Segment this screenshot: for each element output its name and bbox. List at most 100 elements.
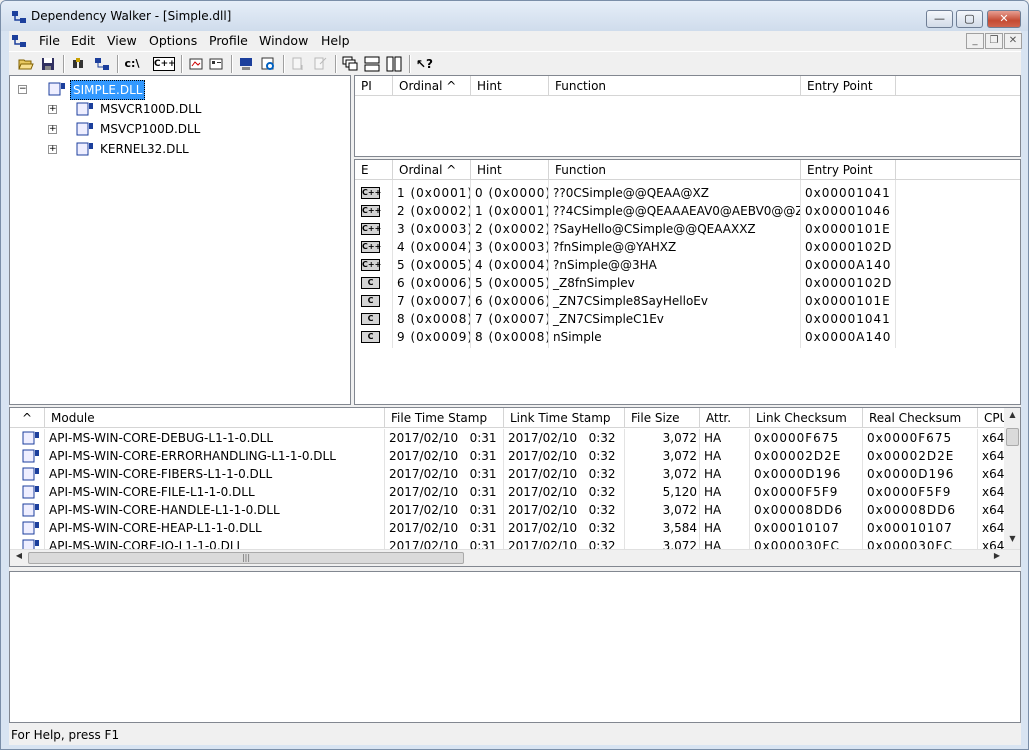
mdi-minimize-button[interactable]: _ — [966, 33, 984, 49]
scroll-thumb[interactable] — [1006, 428, 1019, 446]
col-link-checksum[interactable]: Link Checksum — [750, 408, 863, 428]
scroll-right-arrow[interactable]: ▶ — [990, 551, 1004, 565]
mdi-restore-button[interactable]: ❐ — [985, 33, 1003, 49]
col-real-checksum[interactable]: Real Checksum — [863, 408, 978, 428]
log-pane[interactable] — [9, 571, 1021, 723]
col-file-size[interactable]: File Size — [625, 408, 700, 428]
auto-expand-icon[interactable] — [187, 55, 205, 73]
scroll-down-arrow[interactable]: ▼ — [1006, 534, 1019, 548]
scroll-thumb[interactable]: ||| — [28, 552, 464, 564]
col-entry-point[interactable]: Entry Point — [801, 76, 896, 96]
tree-child-label[interactable]: MSVCP100D.DLL — [100, 120, 200, 138]
modules-pane[interactable]: ^ Module File Time Stamp Link Time Stamp… — [9, 407, 1021, 567]
system-info-icon[interactable] — [237, 55, 255, 73]
col-pi[interactable]: PI — [355, 76, 393, 96]
copy-icon[interactable] — [93, 55, 111, 73]
col-hint[interactable]: Hint — [471, 76, 549, 96]
file-time-stamp-cell: 2017/02/10 0:31 — [389, 503, 497, 517]
function-cell: _Z8fnSimplev — [553, 276, 635, 290]
col-e[interactable]: E — [355, 160, 393, 180]
col-ordinal[interactable]: Ordinal ^ — [393, 160, 471, 180]
tree-child-label[interactable]: MSVCR100D.DLL — [100, 100, 201, 118]
next-icon[interactable] — [289, 55, 307, 73]
col-ordinal[interactable]: Ordinal ^ — [393, 76, 471, 96]
app-window: Dependency Walker - [Simple.dll] — ▢ ✕ F… — [0, 0, 1029, 750]
properties-icon[interactable] — [207, 55, 225, 73]
ordinal-cell: 8 (0x0008) — [397, 312, 471, 326]
scroll-up-arrow[interactable]: ▲ — [1006, 410, 1019, 424]
col-file-time-stamp[interactable]: File Time Stamp — [385, 408, 504, 428]
export-row[interactable]: C 6 (0x0006) 5 (0x0005) _Z8fnSimplev 0x00001… — [355, 274, 896, 292]
view-module-icon[interactable] — [259, 55, 277, 73]
minimize-button[interactable]: — — [926, 10, 953, 28]
cpu-cell: x64 — [982, 503, 1005, 517]
module-row[interactable]: API-MS-WIN-CORE-FIBERS-L1-1-0.DLL 2017/02… — [10, 465, 1005, 483]
mdi-child-icon[interactable] — [11, 33, 27, 49]
module-row[interactable]: API-MS-WIN-CORE-IO-L1-1-0.DLL 2017/02/10 … — [10, 537, 1005, 549]
close-button[interactable]: ✕ — [987, 10, 1021, 28]
tile-horizontal-icon[interactable] — [363, 55, 381, 73]
module-icon — [22, 485, 39, 499]
full-paths-button[interactable]: c:\ — [123, 55, 141, 73]
export-row[interactable]: C++ 2 (0x0002) 1 (0x0001) ??4CSimple@@QEAAA… — [355, 202, 896, 220]
mdi-close-button[interactable]: ✕ — [1004, 33, 1022, 49]
module-row[interactable]: API-MS-WIN-CORE-ERRORHANDLING-L1-1-0.DLL… — [10, 447, 1005, 465]
expand-icon[interactable]: + — [48, 145, 57, 154]
function-cell: nSimple — [553, 330, 602, 344]
col-link-time-stamp[interactable]: Link Time Stamp — [504, 408, 625, 428]
export-row[interactable]: C 7 (0x0007) 6 (0x0006) _ZN7CSimple8SayHell… — [355, 292, 896, 310]
menu-view[interactable]: View — [107, 33, 137, 48]
file-time-stamp-cell: 2017/02/10 0:31 — [389, 521, 497, 535]
tile-vertical-icon[interactable] — [385, 55, 403, 73]
menu-edit[interactable]: Edit — [71, 33, 95, 48]
col-entry-point[interactable]: Entry Point — [801, 160, 896, 180]
export-row[interactable]: C++ 1 (0x0001) 0 (0x0000) ??0CSimple@@QEAA@… — [355, 184, 896, 202]
hint-cell: 4 (0x0004) — [475, 258, 549, 272]
col-function[interactable]: Function — [549, 160, 801, 180]
menu-profile[interactable]: Profile — [209, 33, 248, 48]
status-text: For Help, press F1 — [11, 728, 120, 742]
export-row[interactable]: C++ 3 (0x0003) 2 (0x0002) ?SayHello@CSimple… — [355, 220, 896, 238]
export-row[interactable]: C++ 4 (0x0004) 3 (0x0003) ?fnSimple@@YAHXZ 0… — [355, 238, 896, 256]
module-row[interactable]: API-MS-WIN-CORE-HEAP-L1-1-0.DLL 2017/02/1… — [10, 519, 1005, 537]
modules-horizontal-scrollbar[interactable]: ◀ ||| ▶ — [10, 549, 1020, 566]
attr-cell: HA — [704, 485, 722, 499]
col-hint[interactable]: Hint — [471, 160, 549, 180]
cpu-cell: x64 — [982, 431, 1005, 445]
undecorate-cpp-button[interactable]: C++ — [153, 57, 176, 71]
prev-icon[interactable] — [311, 55, 329, 73]
context-help-icon[interactable]: ↖? — [415, 55, 433, 73]
menu-window[interactable]: Window — [259, 33, 308, 48]
col-sort[interactable]: ^ — [10, 408, 45, 428]
module-row[interactable]: API-MS-WIN-CORE-FILE-L1-1-0.DLL 2017/02/1… — [10, 483, 1005, 501]
menu-file[interactable]: File — [39, 33, 60, 48]
tree-root-label[interactable]: SIMPLE.DLL — [70, 80, 146, 100]
exports-pane[interactable]: E Ordinal ^ Hint Function Entry Point C+… — [354, 159, 1021, 405]
hint-cell: 1 (0x0001) — [475, 204, 549, 218]
module-row[interactable]: API-MS-WIN-CORE-DEBUG-L1-1-0.DLL 2017/02/… — [10, 429, 1005, 447]
toolbar-separator — [63, 55, 65, 73]
export-row[interactable]: C 9 (0x0009) 8 (0x0008) nSimple 0x0000A140 — [355, 328, 896, 346]
cascade-icon[interactable] — [341, 55, 359, 73]
module-row[interactable]: API-MS-WIN-CORE-HANDLE-L1-1-0.DLL 2017/02… — [10, 501, 1005, 519]
tree-child-label[interactable]: KERNEL32.DLL — [100, 140, 189, 158]
find-icon[interactable] — [69, 55, 87, 73]
export-row[interactable]: C 8 (0x0008) 7 (0x0007) _ZN7CSimpleC1Ev 0x00… — [355, 310, 896, 328]
modules-vertical-scrollbar[interactable]: ▲ ▼ — [1004, 408, 1020, 549]
collapse-icon[interactable]: − — [18, 85, 27, 94]
expand-icon[interactable]: + — [48, 125, 57, 134]
imports-pane[interactable]: PI Ordinal ^ Hint Function Entry Point — [354, 75, 1021, 157]
save-icon[interactable] — [39, 55, 57, 73]
open-icon[interactable] — [17, 55, 35, 73]
col-module[interactable]: Module — [45, 408, 385, 428]
col-function[interactable]: Function — [549, 76, 801, 96]
col-attr[interactable]: Attr. — [700, 408, 750, 428]
expand-icon[interactable]: + — [48, 105, 57, 114]
maximize-button[interactable]: ▢ — [956, 10, 983, 28]
title-bar[interactable]: Dependency Walker - [Simple.dll] — ▢ ✕ — [1, 1, 1028, 31]
menu-options[interactable]: Options — [149, 33, 197, 48]
module-tree-pane[interactable]: − SIMPLE.DLL + MSVCR100D.DLL + MSVCP100D… — [9, 75, 351, 405]
export-row[interactable]: C++ 5 (0x0005) 4 (0x0004) ?nSimple@@3HA 0x00… — [355, 256, 896, 274]
scroll-left-arrow[interactable]: ◀ — [12, 551, 26, 565]
menu-help[interactable]: Help — [321, 33, 350, 48]
